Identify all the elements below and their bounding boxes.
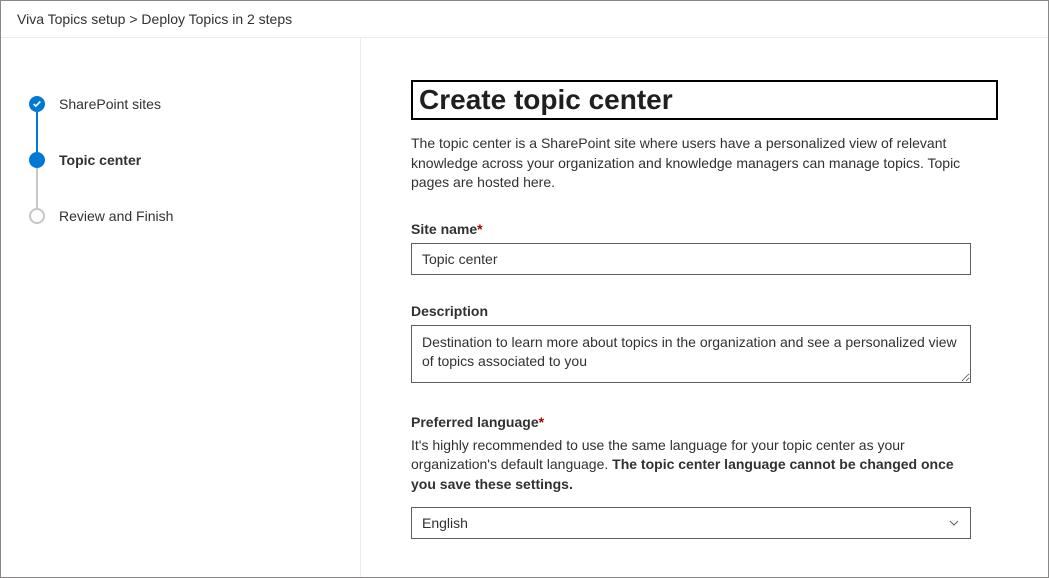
pending-step-icon [29, 208, 45, 224]
required-marker: * [539, 414, 544, 430]
field-preferred-language: Preferred language* It's highly recommen… [411, 414, 971, 539]
page-title: Create topic center [411, 80, 998, 120]
language-help-text: It's highly recommended to use the same … [411, 436, 971, 495]
step-label: SharePoint sites [59, 96, 161, 112]
checkmark-icon [29, 96, 45, 112]
step-label: Review and Finish [59, 208, 173, 224]
breadcrumb-parent[interactable]: Viva Topics setup [17, 11, 125, 27]
step-connector [36, 112, 38, 152]
main-content: Create topic center The topic center is … [361, 38, 1048, 577]
steps-sidebar: SharePoint sites Topic center Review and… [1, 38, 361, 577]
field-description: Description Destination to learn more ab… [411, 303, 971, 386]
current-step-icon [29, 152, 45, 168]
step-topic-center[interactable]: Topic center [29, 152, 336, 168]
setup-window: Viva Topics setup > Deploy Topics in 2 s… [0, 0, 1049, 578]
page-description: The topic center is a SharePoint site wh… [411, 134, 998, 193]
language-label: Preferred language* [411, 414, 971, 430]
body: SharePoint sites Topic center Review and… [1, 38, 1048, 577]
description-textarea[interactable]: Destination to learn more about topics i… [411, 325, 971, 383]
breadcrumb-current: Deploy Topics in 2 steps [141, 11, 292, 27]
site-name-input[interactable] [411, 243, 971, 275]
step-review-finish[interactable]: Review and Finish [29, 208, 336, 224]
language-selected-value: English [422, 515, 468, 531]
field-site-name: Site name* [411, 221, 971, 275]
language-select[interactable]: English [411, 507, 971, 539]
step-sharepoint-sites[interactable]: SharePoint sites [29, 96, 336, 112]
breadcrumb-separator: > [129, 11, 137, 27]
chevron-down-icon [948, 517, 960, 529]
site-name-label: Site name* [411, 221, 971, 237]
breadcrumb: Viva Topics setup > Deploy Topics in 2 s… [1, 1, 1048, 38]
description-label: Description [411, 303, 971, 319]
required-marker: * [477, 221, 482, 237]
step-label: Topic center [59, 152, 141, 168]
step-connector [36, 168, 38, 208]
